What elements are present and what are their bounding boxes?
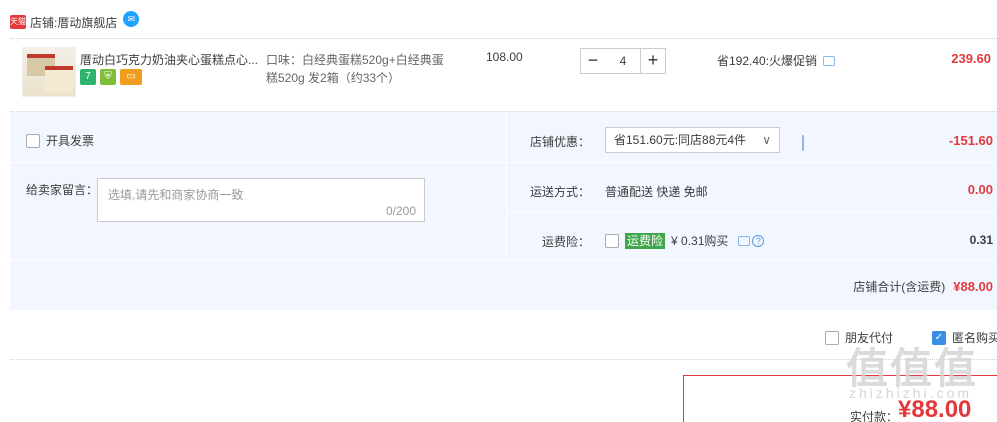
unit-price: 108.00 bbox=[486, 50, 523, 64]
shop-total-value: ¥88.00 bbox=[953, 279, 993, 294]
shop-name-link[interactable]: 厝动旗舰店 bbox=[57, 14, 117, 31]
shipping-insurance-value: 0.31 bbox=[969, 233, 993, 247]
credit-card-icon[interactable]: ▭ bbox=[120, 69, 142, 85]
friend-pay-checkbox[interactable] bbox=[825, 330, 839, 345]
shop-total-label: 店铺合计(含运费) bbox=[853, 280, 946, 294]
discount-selected-value: 省151.60元:同店88元4件 bbox=[614, 133, 747, 147]
promotion-info: 省192.40:火爆促销 bbox=[717, 52, 836, 69]
invoice-checkbox[interactable] bbox=[26, 133, 40, 148]
sku-line-1: 口味：白经典蛋糕520g+白经典蛋 bbox=[266, 53, 444, 67]
comment-icon[interactable] bbox=[738, 235, 751, 246]
message-char-count: 0/200 bbox=[385, 204, 416, 218]
watermark-url: zhizhizhi.com bbox=[849, 385, 973, 401]
shop-header: 天猫 店铺: 厝动旗舰店 ✉ bbox=[10, 11, 140, 32]
shop-label: 店铺: bbox=[30, 15, 58, 30]
service-badges: 7 ⛨ ▭ bbox=[80, 69, 142, 85]
message-placeholder: 选填,请先和商家协商一致 bbox=[108, 188, 244, 202]
comment-icon[interactable] bbox=[823, 55, 836, 66]
promotion-text: 省192.40:火爆促销 bbox=[717, 54, 818, 68]
shipping-insurance-option: 运费险 ¥ 0.31购买 ? bbox=[605, 232, 765, 249]
pay-amount-label: 实付款： bbox=[850, 410, 899, 422]
seller-message-textarea[interactable]: 选填,请先和商家协商一致 0/200 bbox=[97, 178, 425, 222]
shipping-method-label: 运送方式： bbox=[530, 185, 591, 199]
cart-item-row: 厝动白巧克力奶油夹心蛋糕点心... 7 ⛨ ▭ 口味：白经典蛋糕520g+白经典… bbox=[10, 38, 997, 112]
product-thumbnail[interactable] bbox=[22, 47, 76, 97]
decrease-quantity-button[interactable]: − bbox=[580, 48, 606, 74]
tmall-badge: 天猫 bbox=[10, 15, 26, 29]
comment-icon[interactable] bbox=[802, 135, 804, 151]
discount-amount: -151.60 bbox=[948, 133, 993, 148]
shield-icon[interactable]: ⛨ bbox=[100, 69, 116, 85]
shipping-insurance-label: 运费险： bbox=[542, 235, 591, 249]
wangwang-chat-icon[interactable]: ✉ bbox=[123, 11, 140, 27]
seven-day-return-icon[interactable]: 7 bbox=[80, 69, 96, 85]
shipping-method-value: 普通配送 快递 免邮 bbox=[605, 185, 708, 199]
quantity-input[interactable]: 4 bbox=[605, 48, 641, 74]
product-title-link[interactable]: 厝动白巧克力奶油夹心蛋糕点心... bbox=[80, 51, 265, 68]
shipping-insurance-checkbox[interactable] bbox=[605, 233, 619, 248]
shipping-fee: 0.00 bbox=[967, 182, 993, 197]
seller-message-label: 给卖家留言： bbox=[26, 183, 99, 197]
shop-discount-label: 店铺优惠： bbox=[530, 135, 591, 149]
invoice-option[interactable]: 开具发票 bbox=[26, 132, 94, 149]
invoice-label: 开具发票 bbox=[46, 134, 95, 148]
sku-line-2: 糕520g 发2箱（约33个） bbox=[266, 71, 401, 85]
increase-quantity-button[interactable]: + bbox=[640, 48, 666, 74]
shop-total: 店铺合计(含运费) ¥88.00 bbox=[853, 278, 993, 295]
quantity-stepper: − 4 + bbox=[580, 48, 666, 74]
shop-discount-select[interactable]: 省151.60元:同店88元4件 ∨ bbox=[605, 127, 780, 153]
item-subtotal: 239.60 bbox=[951, 51, 991, 66]
shipping-insurance-price: ¥ 0.31购买 bbox=[671, 234, 729, 248]
shipping-insurance-tag: 运费险 bbox=[625, 232, 666, 249]
chevron-down-icon: ∨ bbox=[762, 133, 771, 147]
product-sku: 口味：白经典蛋糕520g+白经典蛋 糕520g 发2箱（约33个） bbox=[266, 51, 451, 87]
help-icon[interactable]: ? bbox=[752, 234, 765, 247]
